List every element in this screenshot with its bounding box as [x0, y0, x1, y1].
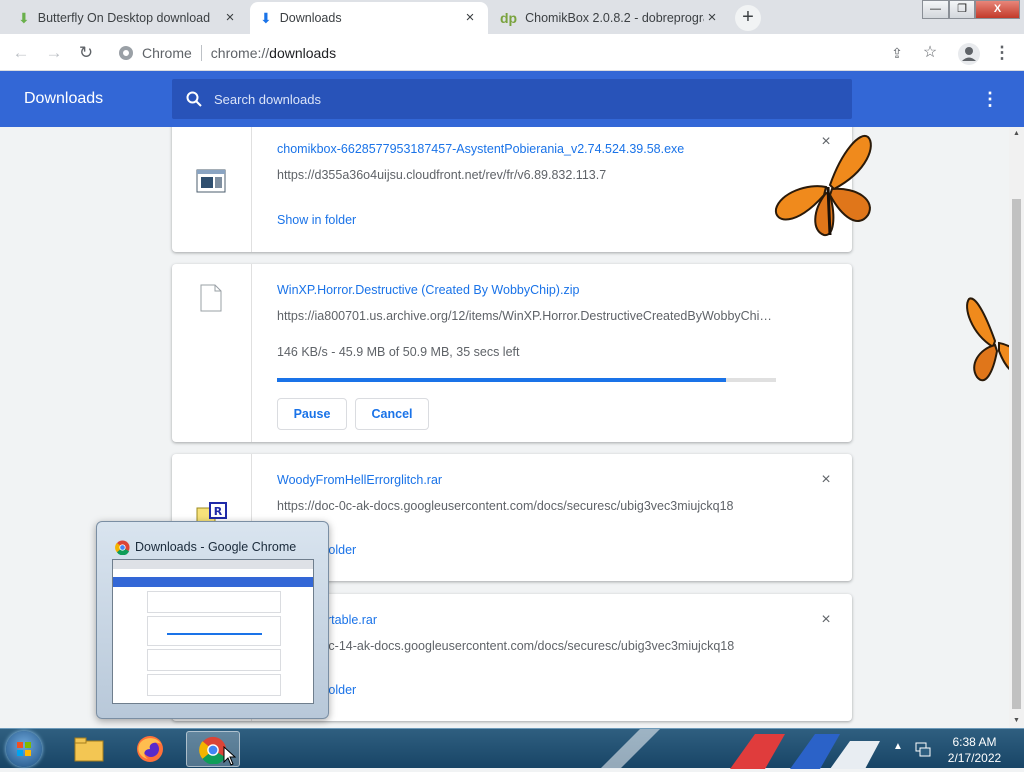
download-icon: ⬇ [260, 9, 272, 26]
installer-icon [196, 169, 226, 193]
tab-title: ChomikBox 2.0.8.2 - dobreprogra [525, 11, 704, 25]
menu-icon[interactable]: ⋮ [991, 42, 1013, 64]
show-in-folder-link[interactable]: Show in folder [277, 213, 356, 227]
new-tab-button[interactable]: + [735, 5, 761, 31]
reload-icon[interactable]: ↻ [75, 42, 97, 64]
download-status: 146 KB/s - 45.9 MB of 50.9 MB, 35 secs l… [277, 345, 520, 359]
divider [200, 45, 202, 61]
clock-time[interactable]: 6:38 AM [947, 735, 1002, 749]
file-url[interactable]: https://doc-14-ak-docs.googleusercontent… [277, 639, 777, 653]
download-item: chomikbox-6628577953187457-AsystentPobie… [172, 127, 852, 252]
remove-icon[interactable]: × [816, 610, 836, 630]
download-arrow-icon: ⬇ [18, 9, 30, 26]
file-icon-column [172, 264, 252, 442]
preview-thumbnail [112, 559, 314, 704]
downloads-header: Downloads Search downloads ⋮ [0, 71, 1024, 127]
explorer-taskbar-button[interactable] [62, 731, 116, 767]
clock-date[interactable]: 2/17/2022 [947, 751, 1002, 765]
firefox-icon [137, 736, 163, 762]
file-name-link[interactable]: chomikbox-6628577953187457-AsystentPobie… [277, 142, 684, 156]
scroll-down-arrow[interactable]: ▼ [1009, 714, 1024, 728]
tab-title: Butterfly On Desktop download [37, 11, 211, 25]
search-placeholder: Search downloads [214, 91, 321, 107]
network-icon[interactable] [914, 740, 932, 758]
thumb-card [147, 591, 281, 613]
tab-butterfly[interactable]: ⬇ Butterfly On Desktop download × [8, 2, 248, 34]
profile-avatar-icon[interactable] [958, 43, 980, 65]
close-icon[interactable]: × [462, 10, 478, 26]
tab-downloads[interactable]: ⬇ Downloads × [250, 2, 488, 34]
file-icon-column [172, 127, 252, 252]
file-name-link[interactable]: WinXP.Horror.Destructive (Created By Wob… [277, 283, 579, 297]
tab-chomikbox[interactable]: dp ChomikBox 2.0.8.2 - dobreprogra × [490, 2, 730, 34]
cancel-button[interactable]: Cancel [355, 398, 429, 430]
thumb-progress [167, 633, 262, 635]
thumb-header [113, 577, 313, 587]
butterfly-icon [774, 134, 872, 237]
document-icon [200, 284, 222, 312]
taskbar: ▲ 6:38 AM 2/17/2022 [0, 728, 1024, 769]
folder-icon [74, 737, 104, 762]
bookmark-star-icon[interactable]: ☆ [919, 42, 941, 64]
more-options-icon[interactable]: ⋮ [980, 88, 1000, 110]
chrome-taskbar-button[interactable] [186, 731, 240, 767]
restore-button[interactable]: ❐ [949, 0, 975, 19]
chrome-logo-icon [119, 46, 133, 60]
thumb-card [147, 674, 281, 696]
remove-icon[interactable]: × [816, 470, 836, 490]
windows-logo-icon [17, 742, 31, 756]
mouse-cursor-icon [223, 746, 237, 766]
thumb-card [147, 616, 281, 646]
progress-fill [277, 378, 727, 382]
scrollbar[interactable]: ▲ ▼ [1009, 127, 1024, 728]
address-bar[interactable]: Chrome chrome://downloads [110, 39, 946, 67]
thumb-tabstrip [113, 560, 313, 569]
wallpaper-detail [600, 729, 880, 769]
page-title: Downloads [24, 90, 104, 107]
minimize-button[interactable]: — [922, 0, 949, 19]
file-url[interactable]: https://doc-0c-ak-docs.googleusercontent… [277, 499, 777, 513]
pause-button[interactable]: Pause [277, 398, 347, 430]
start-button[interactable] [6, 731, 42, 767]
svg-text:R: R [214, 505, 223, 518]
search-icon [186, 91, 202, 107]
thumb-toolbar [113, 569, 313, 577]
download-item-in-progress: WinXP.Horror.Destructive (Created By Wob… [172, 264, 852, 442]
chrome-logo-icon [115, 540, 130, 555]
file-url[interactable]: https://d355a36o4uijsu.cloudfront.net/re… [277, 168, 777, 182]
file-name-link[interactable]: WoodyFromHellErrorglitch.rar [277, 473, 442, 487]
butterfly-icon [966, 297, 1009, 382]
thumb-card [147, 649, 281, 671]
preview-title: Downloads - Google Chrome [135, 540, 297, 554]
show-hidden-icons-icon[interactable]: ▲ [893, 741, 903, 752]
firefox-taskbar-button[interactable] [124, 731, 178, 767]
file-url[interactable]: https://ia800701.us.archive.org/12/items… [277, 309, 773, 323]
url-host: downloads [269, 45, 337, 61]
toolbar: ← → ↻ Chrome chrome://downloads ⇪ ☆ ⋮ [0, 34, 1024, 71]
close-icon[interactable]: × [222, 10, 238, 26]
search-input[interactable]: Search downloads [172, 79, 852, 119]
dp-logo-icon: dp [500, 10, 518, 26]
tab-title: Downloads [279, 11, 342, 25]
close-window-button[interactable]: X [975, 0, 1020, 19]
back-arrow-icon[interactable]: ← [10, 42, 32, 64]
share-icon[interactable]: ⇪ [886, 42, 908, 64]
taskbar-thumbnail-preview[interactable]: Downloads - Google Chrome [96, 521, 329, 719]
progress-bar [277, 378, 776, 382]
scrollbar-thumb[interactable] [1012, 199, 1021, 709]
scroll-up-arrow[interactable]: ▲ [1009, 127, 1024, 141]
tab-strip: ⬇ Butterfly On Desktop download × ⬇ Down… [0, 0, 1024, 34]
secure-label: Chrome [142, 45, 192, 61]
url-scheme: chrome:// [210, 45, 270, 61]
forward-arrow-icon[interactable]: → [43, 42, 65, 64]
close-icon[interactable]: × [704, 10, 720, 26]
